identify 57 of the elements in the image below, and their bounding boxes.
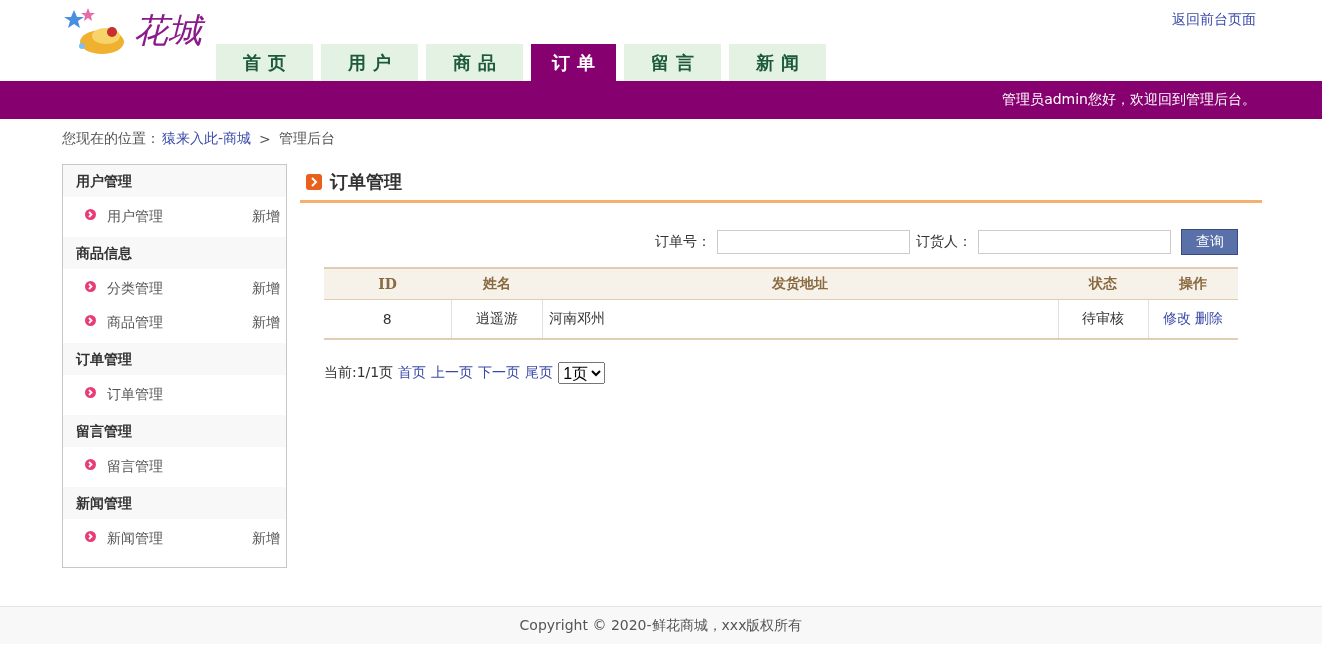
order-number-label: 订单号：	[655, 233, 711, 251]
chevron-icon	[85, 458, 96, 470]
nav-tab[interactable]: 订 单	[531, 44, 616, 81]
copyright-text: Copyright © 2020-鲜花商城，xxx版权所有	[519, 616, 803, 635]
breadcrumb-current: 管理后台	[278, 130, 335, 148]
sidebar-group-title: 订单管理	[63, 343, 286, 375]
sidebar-group-title: 用户管理	[63, 165, 286, 197]
chevron-icon	[85, 208, 96, 220]
table-cell: 待审核	[1058, 299, 1148, 339]
column-header: 发货地址	[772, 275, 828, 291]
table-cell: 逍遥游	[451, 299, 542, 339]
row-action-link[interactable]: 修改	[1163, 310, 1192, 326]
column-header: ID	[378, 276, 397, 292]
welcome-text: 管理员admin您好，欢迎回到管理后台。	[1002, 91, 1256, 109]
front-page-link[interactable]: 返回前台页面	[1172, 11, 1256, 29]
chevron-icon	[85, 314, 96, 326]
sidebar-group-title: 商品信息	[63, 237, 286, 269]
sidebar-group-title: 新闻管理	[63, 487, 286, 519]
search-button[interactable]: 查询	[1181, 229, 1238, 255]
sidebar-item[interactable]: 用户管理	[107, 208, 163, 226]
pager-link[interactable]: 下一页	[478, 364, 521, 382]
add-link[interactable]: 新增	[252, 530, 280, 548]
row-action-link[interactable]: 删除	[1195, 310, 1224, 326]
order-number-field[interactable]	[717, 230, 910, 254]
sidebar-group-title: 留言管理	[63, 415, 286, 447]
pager-link[interactable]: 上一页	[431, 364, 474, 382]
chevron-icon	[85, 386, 96, 398]
pager-link[interactable]: 尾页	[525, 364, 554, 382]
add-link[interactable]: 新增	[252, 314, 280, 332]
sidebar-item[interactable]: 留言管理	[107, 458, 163, 476]
buyer-label: 订货人：	[916, 233, 972, 251]
column-header: 状态	[1089, 275, 1117, 291]
buyer-field[interactable]	[978, 230, 1171, 254]
nav-tab[interactable]: 首 页	[216, 44, 313, 81]
nav-tab[interactable]: 商 品	[426, 44, 523, 81]
table-cell: 8	[324, 299, 451, 339]
sidebar-item[interactable]: 商品管理	[107, 314, 163, 332]
column-header: 姓名	[482, 275, 511, 291]
nav-tab[interactable]: 用 户	[321, 44, 418, 81]
table-cell: 河南邓州	[542, 299, 1058, 339]
breadcrumb-link[interactable]: 猿来入此-商城	[162, 130, 252, 148]
sidebar-item[interactable]: 新闻管理	[107, 530, 163, 548]
chevron-icon	[85, 280, 96, 292]
nav-tab[interactable]: 新 闻	[729, 44, 826, 81]
sidebar-item[interactable]: 分类管理	[107, 280, 163, 298]
page-select[interactable]: 1页	[558, 362, 606, 384]
sidebar-item[interactable]: 订单管理	[107, 386, 163, 404]
page-info: 当前:1/1页	[324, 364, 394, 382]
breadcrumb-label: 您现在的位置：	[62, 130, 160, 148]
pager-link[interactable]: 首页	[398, 364, 427, 382]
add-link[interactable]: 新增	[252, 280, 280, 298]
nav-tab[interactable]: 留 言	[624, 44, 721, 81]
chevron-icon	[85, 530, 96, 542]
breadcrumb-separator: >	[259, 131, 271, 147]
add-link[interactable]: 新增	[252, 208, 280, 226]
column-header: 操作	[1179, 275, 1207, 291]
section-title: 订单管理	[330, 170, 402, 194]
